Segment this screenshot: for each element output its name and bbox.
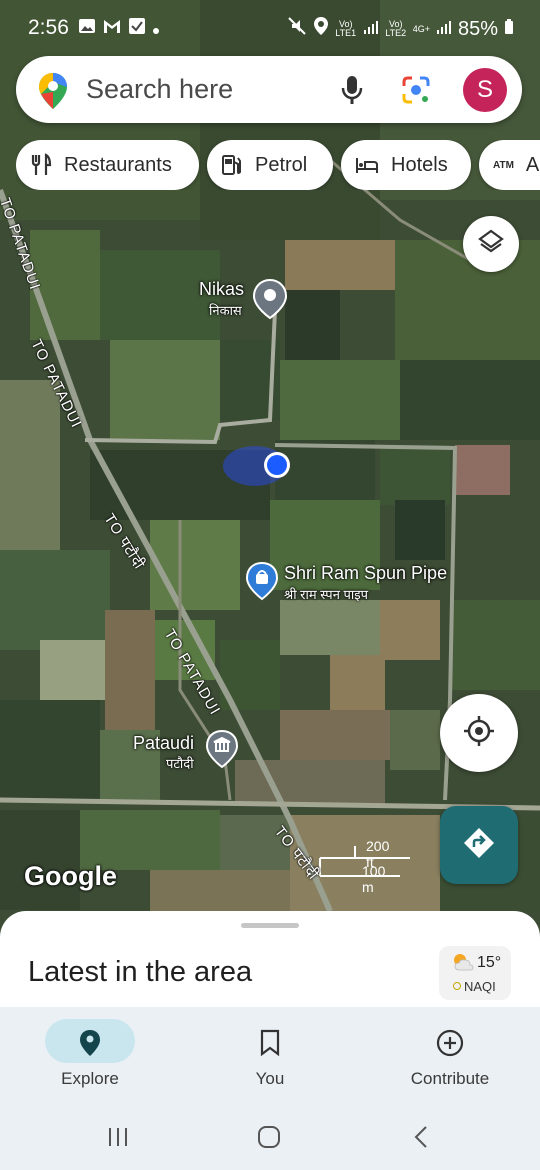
chip-label: A: [525, 153, 540, 176]
signal-icon: [363, 18, 379, 41]
microphone-icon[interactable]: [339, 74, 365, 111]
place-sublabel-shri-ram-spun-pipe: श्री राम स्पन पाइप: [284, 587, 369, 602]
fork-knife-icon: [30, 153, 52, 177]
nav-label: You: [255, 1069, 285, 1088]
crosshair-icon: [462, 714, 496, 753]
nav-you[interactable]: You: [180, 1007, 360, 1105]
nav-label: Contribute: [410, 1069, 490, 1088]
sim1-label: Vo) LTE1: [335, 19, 357, 38]
place-label-pataudi[interactable]: Pataudi: [133, 733, 194, 754]
place-sublabel-nikas: निकास: [209, 303, 242, 318]
gallery-icon: [78, 17, 96, 41]
layers-icon: [477, 228, 505, 261]
battery-icon: [504, 18, 514, 41]
chip-atm[interactable]: ATM A: [479, 140, 540, 190]
check-box-icon: [128, 17, 146, 41]
place-sublabel-pataudi: पटौदी: [166, 756, 194, 771]
directions-icon: [461, 825, 497, 866]
chip-restaurants[interactable]: Restaurants: [16, 140, 199, 190]
battery-percent: 85%: [457, 17, 498, 40]
google-maps-pin-icon: [38, 72, 68, 115]
system-navigation-bar: [0, 1105, 540, 1170]
partly-cloudy-icon: [451, 952, 475, 977]
signal-icon: [436, 18, 452, 41]
sheet-title: Latest in the area: [28, 956, 253, 988]
sim2-label: Vo) LTE2: [385, 19, 407, 38]
chip-petrol[interactable]: Petrol: [207, 140, 333, 190]
directions-button[interactable]: [440, 806, 518, 884]
nav-explore[interactable]: Explore: [0, 1007, 180, 1105]
chip-label: Restaurants: [64, 153, 172, 176]
home-icon[interactable]: [257, 1125, 281, 1154]
avatar[interactable]: S: [463, 68, 507, 112]
place-label-nikas[interactable]: Nikas: [199, 279, 244, 300]
status-bar: 2:56 Vo) LTE1 Vo) LTE2 4G+ 85%: [0, 0, 540, 56]
weather-widget[interactable]: 15° NAQI: [439, 946, 511, 1000]
atm-icon: ATM: [493, 159, 514, 171]
bed-icon: [355, 155, 379, 175]
scale-metric: 100 m: [362, 863, 386, 895]
chip-label: Hotels: [391, 153, 448, 176]
category-chips: Restaurants Petrol Hotels ATM A: [16, 140, 540, 190]
nav-contribute[interactable]: Contribute: [360, 1007, 540, 1105]
layers-button[interactable]: [463, 216, 519, 272]
fuel-pump-icon: [221, 153, 243, 177]
air-quality-label: NAQI: [453, 979, 496, 994]
recent-apps-icon[interactable]: [106, 1125, 130, 1154]
aqi-dot-icon: [453, 982, 461, 990]
chip-label: Petrol: [255, 153, 308, 176]
search-input[interactable]: Search here: [86, 74, 233, 105]
weather-temperature: 15°: [477, 954, 502, 971]
google-lens-icon[interactable]: [400, 74, 432, 111]
location-icon: [313, 16, 329, 42]
aqi-text: NAQI: [464, 979, 496, 994]
my-location-button[interactable]: [440, 694, 518, 772]
bookmark-icon: [252, 1025, 288, 1061]
mute-icon: [287, 16, 307, 42]
network-type-label: 4G+: [412, 23, 430, 34]
chip-hotels[interactable]: Hotels: [341, 140, 471, 190]
back-icon[interactable]: [410, 1125, 434, 1154]
status-time: 2:56: [28, 16, 69, 39]
search-bar[interactable]: Search here S: [16, 56, 522, 123]
google-attribution: Google: [24, 861, 117, 891]
nav-label: Explore: [61, 1069, 119, 1088]
drag-handle[interactable]: [241, 923, 299, 928]
gmail-icon: [102, 17, 122, 41]
add-circle-icon: [432, 1025, 468, 1061]
bottom-navigation: Explore You Contribute: [0, 1007, 540, 1105]
place-label-shri-ram-spun-pipe[interactable]: Shri Ram Spun Pipe: [284, 563, 447, 584]
notification-dot-icon: [152, 18, 160, 41]
explore-pin-icon: [72, 1025, 108, 1061]
